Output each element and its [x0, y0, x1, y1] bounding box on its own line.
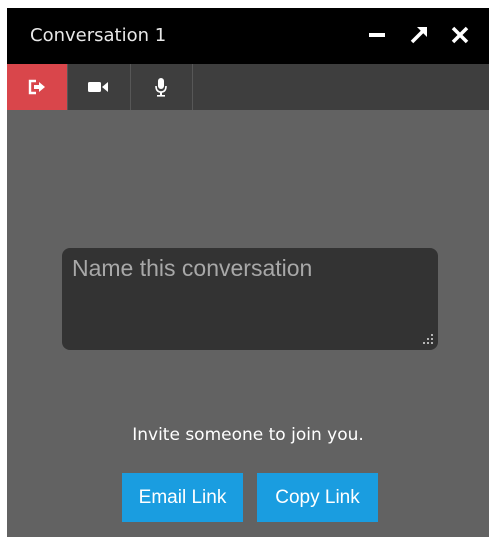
- window-title: Conversation 1: [30, 25, 167, 46]
- conversation-name-input[interactable]: [62, 248, 438, 350]
- toolbar-divider: [192, 64, 193, 110]
- leave-conversation-button[interactable]: [7, 64, 67, 110]
- video-camera-icon: [88, 82, 108, 92]
- minimize-button[interactable]: [364, 22, 390, 48]
- video-button[interactable]: [68, 64, 128, 110]
- conversation-window: Conversation 1 Name this conversation In…: [7, 8, 489, 537]
- title-bar[interactable]: Conversation 1: [7, 8, 489, 64]
- conversation-toolbar: [7, 64, 489, 110]
- microphone-button[interactable]: [131, 64, 191, 110]
- close-icon: [451, 26, 469, 44]
- copy-link-button[interactable]: Copy Link: [257, 473, 378, 522]
- maximize-arrow-icon: [410, 27, 427, 44]
- maximize-button[interactable]: [406, 22, 432, 48]
- email-link-button[interactable]: Email Link: [122, 473, 243, 522]
- invite-text: Invite someone to join you.: [132, 425, 364, 445]
- close-button[interactable]: [447, 22, 473, 48]
- minimize-icon: [369, 33, 385, 37]
- resize-grip-icon[interactable]: [421, 332, 435, 346]
- leave-conversation-icon: [28, 79, 45, 95]
- microphone-icon: [155, 78, 167, 97]
